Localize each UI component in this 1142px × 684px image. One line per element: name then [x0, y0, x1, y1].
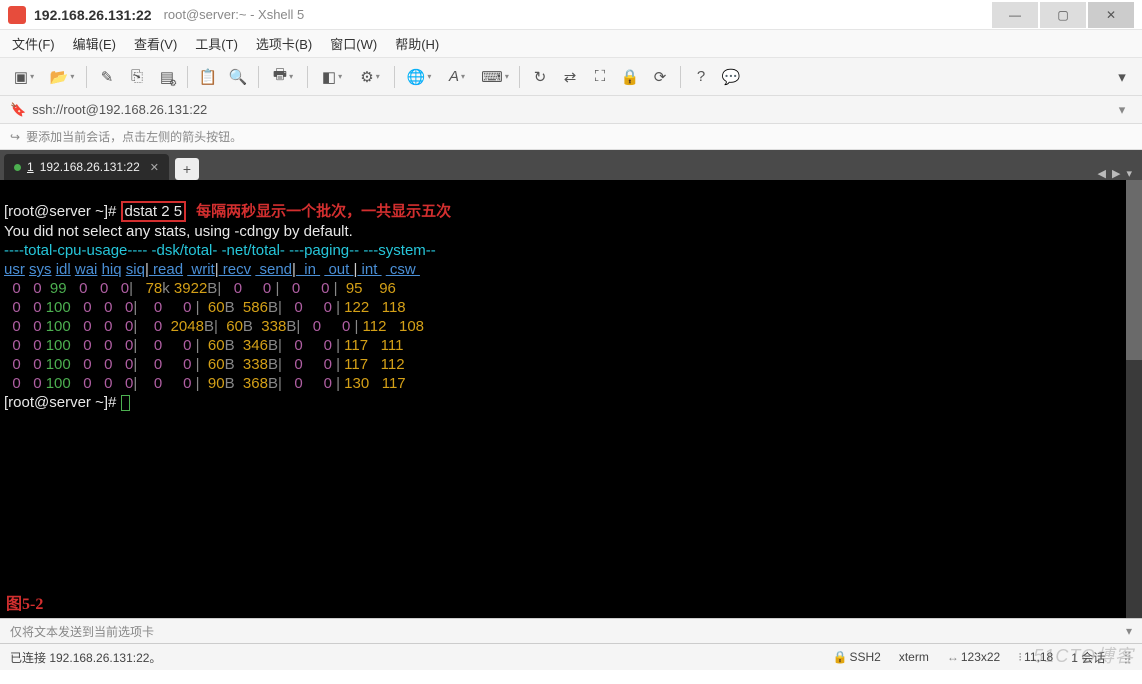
- bookmark-icon[interactable]: 🔖: [10, 102, 26, 118]
- color-icon[interactable]: ◧: [314, 63, 350, 91]
- hint-text: 要添加当前会话，点击左侧的箭头按钮。: [26, 128, 242, 145]
- new-session-icon[interactable]: ▣: [6, 63, 42, 91]
- address-url[interactable]: ssh://root@192.168.26.131:22: [32, 102, 207, 117]
- status-size: ↔123x22: [947, 650, 1000, 664]
- status-grip-icon: ⣿: [1123, 650, 1132, 664]
- toolbar: ▣ 📂 ✎ ⎘ ▤⚙ 📋 🔍 🖶 ◧ ⚙ 🌐 A ⌨ ↻ ⇄ ⛶ 🔒 ⟳ ? 💬…: [0, 58, 1142, 96]
- status-cursor: ⁝11,18: [1018, 650, 1053, 664]
- tab-add-button[interactable]: +: [175, 158, 199, 180]
- figure-label: 图5-2: [6, 595, 43, 614]
- title-bar: 192.168.26.131:22 root@server:~ - Xshell…: [0, 0, 1142, 30]
- help-icon[interactable]: ?: [687, 63, 715, 91]
- window-buttons: — ▢ ✕: [990, 2, 1134, 28]
- separator: [680, 66, 681, 88]
- menu-view[interactable]: 查看(V): [134, 34, 177, 53]
- close-button[interactable]: ✕: [1088, 2, 1134, 28]
- open-icon[interactable]: 📂: [44, 63, 80, 91]
- properties-icon[interactable]: ▤⚙: [153, 63, 181, 91]
- menu-bar: 文件(F) 编辑(E) 查看(V) 工具(T) 选项卡(B) 窗口(W) 帮助(…: [0, 30, 1142, 58]
- status-connection: 已连接 192.168.26.131:22。: [10, 649, 815, 666]
- globe-icon[interactable]: 🌐: [401, 63, 437, 91]
- tab-number: 1: [27, 160, 34, 174]
- terminal-scrollbar[interactable]: [1126, 180, 1142, 618]
- arrow-hint-icon: ↪: [10, 130, 20, 144]
- tab-label: 192.168.26.131:22: [40, 160, 140, 174]
- lock-icon[interactable]: 🔒: [616, 63, 644, 91]
- address-dropdown-icon[interactable]: ▾: [1112, 102, 1132, 118]
- menu-window[interactable]: 窗口(W): [330, 34, 377, 53]
- paste-icon[interactable]: 📋: [194, 63, 222, 91]
- lock-status-icon: 🔒: [833, 650, 848, 664]
- edit-icon[interactable]: ✎: [93, 63, 121, 91]
- menu-help[interactable]: 帮助(H): [395, 34, 439, 53]
- minimize-button[interactable]: —: [992, 2, 1038, 28]
- send-hint-text: 仅将文本发送到当前选项卡: [10, 623, 154, 640]
- tab-next-icon[interactable]: ▶: [1112, 167, 1120, 180]
- menu-file[interactable]: 文件(F): [12, 34, 55, 53]
- send-hint-bar: 仅将文本发送到当前选项卡 ▾: [0, 618, 1142, 644]
- menu-tools[interactable]: 工具(T): [195, 34, 238, 53]
- address-bar: 🔖 ssh://root@192.168.26.131:22 ▾: [0, 96, 1142, 124]
- tile-icon[interactable]: 💬: [717, 63, 745, 91]
- refresh-icon[interactable]: ↻: [526, 63, 554, 91]
- expand-icon[interactable]: ⛶: [586, 63, 614, 91]
- tab-prev-icon[interactable]: ◀: [1098, 167, 1106, 180]
- separator: [394, 66, 395, 88]
- size-icon: ↔: [947, 650, 959, 664]
- status-proto: 🔒SSH2: [833, 650, 881, 664]
- tab-status-dot-icon: [14, 164, 21, 171]
- separator: [307, 66, 308, 88]
- search-icon[interactable]: 🔍: [224, 63, 252, 91]
- separator: [519, 66, 520, 88]
- scrollbar-thumb[interactable]: [1126, 180, 1142, 360]
- tab-close-icon[interactable]: ✕: [150, 161, 159, 174]
- print-icon[interactable]: 🖶: [265, 63, 301, 91]
- reconnect-icon[interactable]: ⟳: [646, 63, 674, 91]
- title-session: root@server:~ - Xshell 5: [164, 7, 305, 22]
- separator: [86, 66, 87, 88]
- app-icon: [8, 6, 26, 24]
- cursor-icon: ⁝: [1018, 650, 1022, 664]
- copy-icon[interactable]: ⎘: [123, 63, 151, 91]
- menu-edit[interactable]: 编辑(E): [73, 34, 116, 53]
- tab-strip: 1 192.168.26.131:22 ✕ + ◀ ▶ ▾: [0, 150, 1142, 180]
- hint-bar: ↪ 要添加当前会话，点击左侧的箭头按钮。: [0, 124, 1142, 150]
- session-tab[interactable]: 1 192.168.26.131:22 ✕: [4, 154, 169, 180]
- tab-nav: ◀ ▶ ▾: [1092, 167, 1138, 180]
- separator: [187, 66, 188, 88]
- status-term: xterm: [899, 650, 929, 664]
- font-icon[interactable]: A: [439, 63, 475, 91]
- toolbar-overflow-icon[interactable]: ▾: [1108, 63, 1136, 91]
- status-bar: 已连接 192.168.26.131:22。 🔒SSH2 xterm ↔123x…: [0, 644, 1142, 670]
- terminal[interactable]: [root@server ~]# dstat 2 5每隔两秒显示一个批次，一共显…: [0, 180, 1142, 618]
- maximize-button[interactable]: ▢: [1040, 2, 1086, 28]
- title-ip: 192.168.26.131:22: [34, 7, 152, 23]
- menu-tab[interactable]: 选项卡(B): [256, 34, 312, 53]
- keymap-icon[interactable]: ⌨: [477, 63, 513, 91]
- separator: [258, 66, 259, 88]
- transfer-icon[interactable]: ⇄: [556, 63, 584, 91]
- send-hint-dropdown-icon[interactable]: ▾: [1126, 624, 1132, 638]
- tab-menu-icon[interactable]: ▾: [1126, 167, 1132, 180]
- status-sessions: 1 会话: [1071, 649, 1105, 666]
- encoding-icon[interactable]: ⚙: [352, 63, 388, 91]
